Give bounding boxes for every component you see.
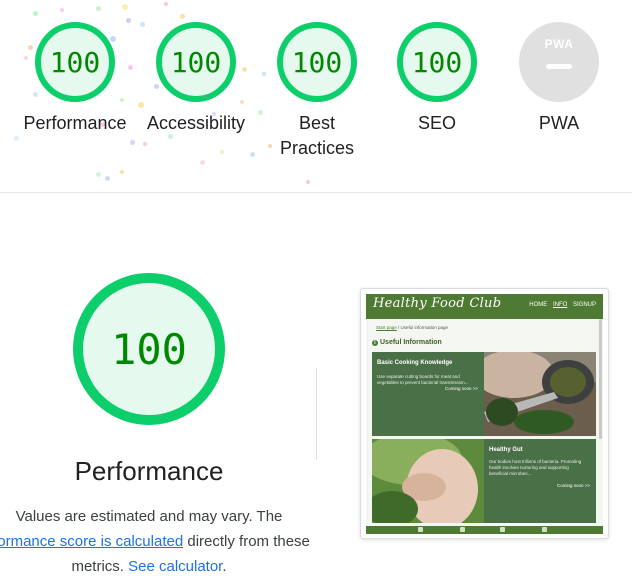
performance-big-score-ring: 100: [73, 273, 225, 425]
best-practices-score-ring: 100: [277, 22, 357, 102]
score-calculated-link[interactable]: rformance score is calculated: [0, 533, 183, 550]
thumbnail-nav-signup: SIGNUP: [572, 302, 596, 308]
thumbnail-section-title-text: Useful Information: [380, 339, 442, 346]
performance-title: Performance: [74, 456, 224, 486]
thumbnail-card-gut: Healthy Gut Our bodies host trillions of…: [372, 439, 596, 523]
thumbnail-logo: Healthy Food Club: [373, 296, 502, 311]
thumbnail-breadcrumb-current: / Useful information page: [398, 325, 449, 330]
thumbnail-breadcrumb-link: Start page: [376, 325, 397, 330]
thumbnail-section-title: i Useful Information: [372, 339, 442, 346]
thumbnail-card-more-2: Coming soon >>: [556, 483, 590, 488]
thumbnail-page: Healthy Food Club HOME INFO SIGNUP Start…: [366, 294, 603, 534]
facebook-icon: [418, 527, 423, 532]
gauge-best-practices[interactable]: 100 Best Practices: [257, 22, 377, 161]
thumbnail-scrollbar: [599, 319, 602, 439]
final-screenshot-thumbnail[interactable]: Healthy Food Club HOME INFO SIGNUP Start…: [360, 288, 609, 539]
twitter-icon: [460, 527, 465, 532]
thumbnail-card-body: Use separate cutting boards for meat and…: [377, 374, 469, 385]
instagram-icon: [542, 527, 547, 532]
thumbnail-nav-info: INFO: [552, 302, 568, 308]
section-divider: [0, 192, 632, 193]
thumbnail-nav-home: HOME: [529, 302, 548, 308]
gauge-performance[interactable]: 100 Performance: [15, 22, 135, 136]
pwa-badge: PWA: [519, 22, 599, 102]
performance-label: Performance: [23, 113, 127, 133]
accessibility-score-ring: 100: [156, 22, 236, 102]
gauge-seo[interactable]: 100 SEO: [377, 22, 497, 136]
best-practices-label: Best Practices: [279, 113, 355, 158]
thumbnail-footer: [366, 526, 603, 534]
performance-note: Values are estimated and may vary. The r…: [0, 504, 318, 579]
thumbnail-card-title-2: Healthy Gut: [489, 447, 523, 453]
pwa-badge-text: PWA: [544, 37, 574, 51]
performance-score-ring: 100: [35, 22, 115, 102]
seo-score-ring: 100: [397, 22, 477, 102]
note-line-3: metrics.: [71, 558, 129, 575]
thumbnail-breadcrumb: Start page / Useful information page: [376, 325, 448, 330]
thumbnail-card-body-2: Our bodies host trillions of bacteria. P…: [489, 459, 582, 476]
pwa-label: PWA: [538, 113, 580, 133]
vertical-separator: [316, 368, 317, 460]
youtube-icon: [500, 527, 505, 532]
note-end: .: [222, 558, 227, 575]
seo-label: SEO: [417, 113, 456, 133]
note-line-2-tail: directly from these: [183, 533, 310, 550]
thumbnail-card-title: Basic Cooking Knowledge: [377, 360, 453, 366]
gauge-pwa[interactable]: PWA PWA: [499, 22, 619, 136]
gauge-accessibility[interactable]: 100 Accessibility: [136, 22, 256, 136]
thumbnail-card-text-panel-2: Healthy Gut Our bodies host trillions of…: [484, 439, 596, 523]
thumbnail-card-cooking: Basic Cooking Knowledge Use separate cut…: [372, 352, 596, 436]
see-calculator-link[interactable]: See calculator: [128, 558, 222, 575]
pwa-dash-icon: [546, 64, 572, 69]
thumbnail-card-more: Coming soon >>: [444, 386, 478, 391]
thumbnail-card-text-panel: Basic Cooking Knowledge Use separate cut…: [372, 352, 484, 436]
accessibility-label: Accessibility: [146, 113, 246, 133]
gut-photo: [372, 439, 484, 523]
thumbnail-nav-links: HOME INFO SIGNUP: [525, 302, 596, 308]
thumbnail-navbar: Healthy Food Club HOME INFO SIGNUP: [366, 294, 603, 319]
cooking-photo: [484, 352, 596, 436]
note-line-1: Values are estimated and may vary. The: [15, 508, 283, 525]
info-icon: i: [372, 340, 378, 346]
